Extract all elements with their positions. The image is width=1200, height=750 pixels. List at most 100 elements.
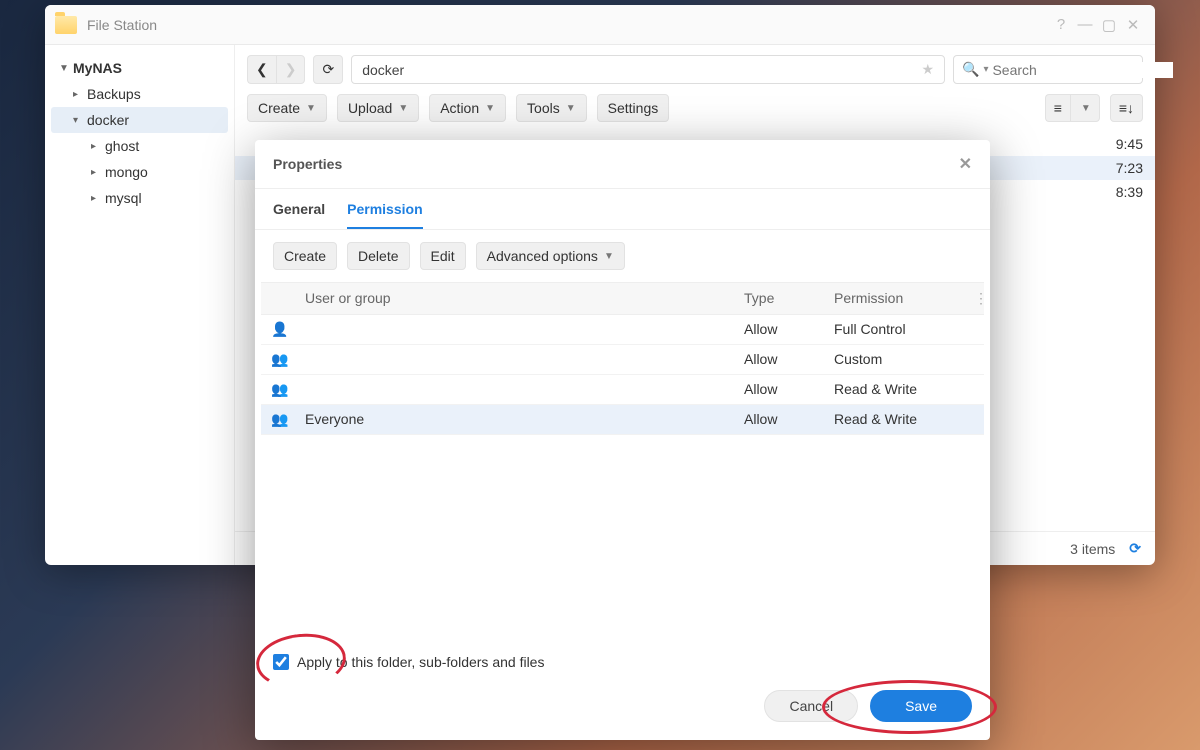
permission-row[interactable]: 👥 Allow Read & Write [261, 375, 984, 405]
perm-cell: Full Control [824, 315, 964, 344]
sort-button[interactable]: ≡↓ [1110, 94, 1143, 122]
sidebar-item-backups[interactable]: ▸ Backups [51, 81, 228, 107]
col-user[interactable]: User or group [295, 283, 734, 314]
table-header: User or group Type Permission ⋮ [261, 282, 984, 315]
action-button[interactable]: Action▼ [429, 94, 506, 122]
permission-row[interactable]: 👥 Everyone Allow Read & Write [261, 405, 984, 435]
tab-permission[interactable]: Permission [347, 201, 422, 229]
user-cell [295, 315, 734, 344]
sidebar-item-label: ghost [105, 138, 139, 154]
nav-back-button[interactable]: ❮ [247, 55, 276, 84]
minimize-icon[interactable]: — [1073, 16, 1097, 33]
search-icon: 🔍 [962, 61, 979, 78]
action-toolbar: Create▼ Upload▼ Action▼ Tools▼ Settings … [235, 94, 1155, 132]
user-cell [295, 345, 734, 374]
dialog-footer: Apply to this folder, sub-folders and fi… [255, 640, 990, 740]
refresh-icon[interactable]: ⟳ [1129, 540, 1141, 557]
settings-button[interactable]: Settings [597, 94, 670, 122]
caret-right-icon: ▸ [91, 141, 101, 152]
save-button[interactable]: Save [870, 690, 972, 722]
tab-general[interactable]: General [273, 201, 325, 229]
caret-right-icon: ▸ [91, 167, 101, 178]
close-window-icon[interactable]: ✕ [1121, 16, 1145, 34]
dialog-title: Properties [273, 156, 342, 172]
create-button[interactable]: Create▼ [247, 94, 327, 122]
chevron-down-icon: ▼ [306, 103, 316, 114]
apply-recursive-label: Apply to this folder, sub-folders and fi… [297, 654, 544, 670]
type-cell: Allow [734, 375, 824, 404]
type-cell: Allow [734, 405, 824, 434]
folder-icon [55, 16, 77, 34]
caret-right-icon: ▸ [73, 89, 83, 100]
group-icon: 👥 [261, 375, 295, 404]
type-cell: Allow [734, 345, 824, 374]
chevron-down-icon: ▼ [566, 103, 576, 114]
view-list-button[interactable]: ≡ [1045, 94, 1070, 122]
help-icon[interactable]: ? [1049, 16, 1073, 33]
chevron-down-icon: ▼ [485, 103, 495, 114]
close-icon[interactable]: ✕ [959, 154, 972, 174]
perm-edit-button[interactable]: Edit [420, 242, 466, 270]
chevron-down-icon: ▼ [398, 103, 408, 114]
nav-forward-button[interactable]: ❯ [276, 55, 306, 84]
app-title: File Station [87, 17, 157, 33]
time-cell: 9:45 [1116, 136, 1143, 152]
caret-down-icon: ▾ [73, 115, 83, 126]
search-input[interactable] [992, 62, 1173, 78]
perm-advanced-button[interactable]: Advanced options▼ [476, 242, 625, 270]
dialog-header: Properties ✕ [255, 140, 990, 189]
refresh-button[interactable]: ⟳ [313, 55, 343, 84]
column-options-icon[interactable]: ⋮ [964, 283, 984, 314]
view-options-button[interactable]: ▼ [1070, 94, 1100, 122]
sidebar-item-mysql[interactable]: ▸ mysql [51, 185, 228, 211]
chevron-down-icon: ▼ [604, 251, 614, 262]
titlebar: File Station ? — ▢ ✕ [45, 5, 1155, 45]
sidebar-item-label: docker [87, 112, 129, 128]
upload-button[interactable]: Upload▼ [337, 94, 419, 122]
sidebar-item-label: Backups [87, 86, 141, 102]
perm-cell: Read & Write [824, 375, 964, 404]
group-icon: 👥 [261, 345, 295, 374]
time-cell: 7:23 [1116, 160, 1143, 176]
apply-recursive-row[interactable]: Apply to this folder, sub-folders and fi… [273, 654, 972, 670]
path-text: docker [362, 62, 404, 78]
type-cell: Allow [734, 315, 824, 344]
caret-down-icon: ▼ [59, 63, 69, 74]
sidebar: ▼ MyNAS ▸ Backups ▾ docker ▸ ghost ▸ mon… [45, 45, 235, 565]
permission-table: User or group Type Permission ⋮ 👤 Allow … [261, 282, 984, 435]
sidebar-item-ghost[interactable]: ▸ ghost [51, 133, 228, 159]
sidebar-item-label: mongo [105, 164, 148, 180]
topbar: ❮ ❯ ⟳ docker ★ 🔍▾ [235, 45, 1155, 94]
col-permission[interactable]: Permission [824, 283, 964, 314]
item-count: 3 items [1070, 541, 1115, 557]
tree-root-label: MyNAS [73, 60, 122, 76]
user-cell [295, 375, 734, 404]
caret-right-icon: ▸ [91, 193, 101, 204]
sidebar-item-docker[interactable]: ▾ docker [51, 107, 228, 133]
sidebar-item-label: mysql [105, 190, 142, 206]
permission-row[interactable]: 👤 Allow Full Control [261, 315, 984, 345]
maximize-icon[interactable]: ▢ [1097, 16, 1121, 34]
user-cell: Everyone [295, 405, 734, 434]
perm-create-button[interactable]: Create [273, 242, 337, 270]
perm-cell: Custom [824, 345, 964, 374]
perm-delete-button[interactable]: Delete [347, 242, 409, 270]
dialog-tabs: General Permission [255, 189, 990, 230]
cancel-button[interactable]: Cancel [764, 690, 858, 722]
user-icon: 👤 [261, 315, 295, 344]
apply-recursive-checkbox[interactable] [273, 654, 289, 670]
col-type[interactable]: Type [734, 283, 824, 314]
star-icon[interactable]: ★ [921, 61, 934, 78]
search-box[interactable]: 🔍▾ [953, 55, 1143, 84]
time-cell: 8:39 [1116, 184, 1143, 200]
tools-button[interactable]: Tools▼ [516, 94, 587, 122]
sidebar-item-mongo[interactable]: ▸ mongo [51, 159, 228, 185]
chevron-down-icon: ▾ [983, 64, 988, 75]
tree-root[interactable]: ▼ MyNAS [51, 55, 228, 81]
group-icon: 👥 [261, 405, 295, 434]
permission-row[interactable]: 👥 Allow Custom [261, 345, 984, 375]
dialog-toolbar: Create Delete Edit Advanced options▼ [255, 230, 990, 282]
path-field[interactable]: docker ★ [351, 55, 945, 84]
properties-dialog: Properties ✕ General Permission Create D… [255, 140, 990, 740]
perm-cell: Read & Write [824, 405, 964, 434]
